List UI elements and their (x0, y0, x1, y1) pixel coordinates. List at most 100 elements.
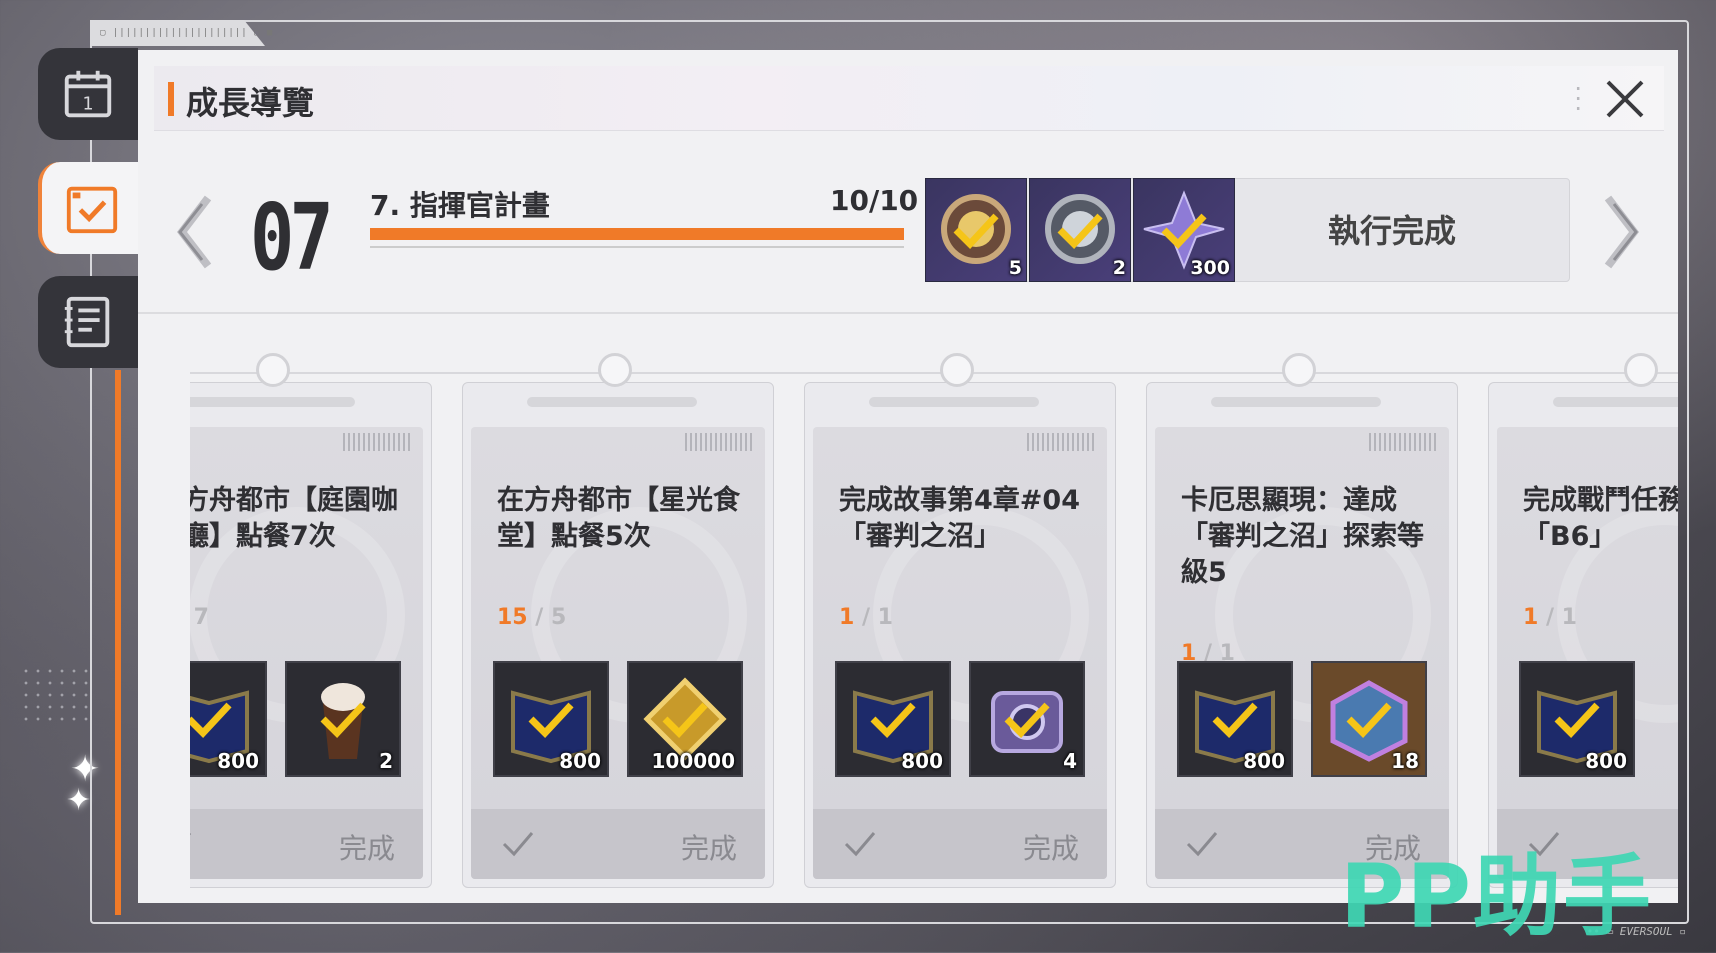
task-card-footer: 完成 (813, 809, 1107, 879)
watermark-text: PP助手 (1340, 845, 1653, 948)
reward-item[interactable]: 800 (493, 661, 609, 777)
card-clip-pin (256, 353, 290, 387)
goal-progress-fill (370, 228, 904, 240)
growth-guide-panel: 成長導覽 · · · 07 7. 指揮官計畫 10/10 5 2 300 執行完… (138, 50, 1678, 903)
goal-number: 07 (250, 184, 334, 291)
page-title: 成長導覽 (186, 84, 315, 122)
task-done-label: 完成 (1022, 832, 1079, 865)
reward-item[interactable]: 300 (1133, 178, 1235, 282)
task-title: 完成故事第4章#04「審判之沼」 (839, 485, 1080, 552)
task-card-body: 卡厄思顯現：達成「審判之沼」探索等級5 1 / 1 800 18 完成 (1155, 427, 1449, 879)
reward-item[interactable]: 5 (925, 178, 1027, 282)
card-clip-pin (1282, 353, 1316, 387)
reward-item[interactable]: 800 (835, 661, 951, 777)
task-card-footer: 完成 (471, 809, 765, 879)
reward-item[interactable]: 800 (1519, 661, 1635, 777)
barcode-decoration (1027, 433, 1097, 451)
reward-item[interactable]: 4 (969, 661, 1085, 777)
reward-count: 2 (1112, 257, 1126, 279)
card-clip-pin (598, 353, 632, 387)
check-icon (1057, 213, 1103, 250)
reward-item[interactable]: 2 (285, 661, 401, 777)
card-clip-bar (1211, 397, 1381, 407)
task-progress-total: / 1 (861, 605, 893, 630)
check-icon (1004, 702, 1050, 739)
reward-count: 100000 (651, 749, 736, 773)
task-card-body: 完成戰鬥任務第章「B6」 1 / 1 800 (1497, 427, 1678, 879)
check-icon (844, 832, 876, 857)
task-card[interactable]: 完成故事第4章#04「審判之沼」 1 / 1 800 4 完成 (804, 353, 1116, 888)
card-clip-bar (869, 397, 1039, 407)
reward-count: 2 (379, 749, 393, 773)
card-clip-bar (527, 397, 697, 407)
check-icon (502, 832, 534, 857)
task-card[interactable]: 卡厄思顯現：達成「審判之沼」探索等級5 1 / 1 800 18 完成 (1146, 353, 1458, 888)
task-rewards: 800 (1519, 661, 1635, 777)
task-done-label: 完成 (680, 832, 737, 865)
reward-count: 4 (1063, 749, 1077, 773)
calendar-icon: 1 (64, 70, 112, 118)
next-goal-button[interactable] (1596, 192, 1646, 272)
reward-count: 800 (901, 749, 943, 773)
close-button[interactable] (1602, 76, 1648, 122)
task-progress: 15 / 5 (497, 605, 566, 630)
kebab-icon: · · · (1574, 75, 1582, 123)
task-card-list[interactable]: 在方舟都市【庭園咖啡廳】點餐7次 3 / 7 800 2 (190, 320, 1678, 903)
check-icon (1554, 702, 1600, 739)
reward-item[interactable]: 2 (1029, 178, 1131, 282)
check-icon (1186, 832, 1218, 857)
goal-status-label: 執行完成 (1328, 212, 1457, 250)
checkbox-document-icon (66, 186, 118, 234)
reward-count: 800 (1243, 749, 1285, 773)
check-icon (1212, 702, 1258, 739)
task-card[interactable]: 完成戰鬥任務第章「B6」 1 / 1 800 (1488, 353, 1678, 888)
tab-growth-guide[interactable] (38, 162, 142, 254)
reward-item[interactable]: 800 (1177, 661, 1293, 777)
task-title: 在方舟都市【星光食堂】點餐5次 (497, 485, 740, 552)
header-accent-bar (168, 82, 174, 116)
notebook-icon (64, 296, 110, 348)
prev-goal-button[interactable] (170, 192, 220, 272)
reward-count: 800 (1585, 749, 1627, 773)
goal-progress-text: 10/10 (830, 184, 919, 217)
section-divider (138, 312, 1678, 314)
check-icon (953, 213, 999, 250)
task-card[interactable]: 在方舟都市【庭園咖啡廳】點餐7次 3 / 7 800 2 (190, 353, 432, 888)
task-card-body: 在方舟都市【庭園咖啡廳】點餐7次 3 / 7 800 2 (190, 427, 423, 879)
task-progress: 1 / 1 (839, 605, 893, 630)
tab-notes[interactable] (38, 276, 138, 368)
task-card-footer: 完成 (190, 809, 423, 879)
task-progress: 1 / 1 (1523, 605, 1577, 630)
task-done-label: 完成 (338, 832, 395, 865)
goal-progress-bar (370, 228, 904, 240)
card-clip-pin (1624, 353, 1658, 387)
goal-summary: 07 7. 指揮官計畫 10/10 5 2 300 執行完成 (138, 162, 1678, 308)
card-rail (190, 372, 1678, 374)
dot-pattern-decoration (20, 665, 90, 725)
reward-count: 800 (559, 749, 601, 773)
reward-count: 300 (1190, 257, 1230, 279)
reward-count: 18 (1391, 749, 1419, 773)
reward-count: 800 (217, 749, 259, 773)
reward-item[interactable]: 18 (1311, 661, 1427, 777)
check-icon (1161, 213, 1207, 250)
reward-item[interactable]: 800 (190, 661, 267, 777)
check-icon (870, 702, 916, 739)
task-progress: 3 / 7 (190, 605, 209, 630)
task-progress-total: / 1 (1545, 605, 1577, 630)
task-progress-total: / 5 (535, 605, 567, 630)
reward-count: 5 (1008, 257, 1022, 279)
check-icon (190, 702, 232, 739)
tab-calendar[interactable]: 1 (38, 48, 138, 140)
reward-item[interactable]: 100000 (627, 661, 743, 777)
card-clip-bar (1553, 397, 1678, 407)
task-rewards: 800 100000 (493, 661, 743, 777)
barcode-decoration (685, 433, 755, 451)
accent-rail (115, 370, 121, 915)
card-clip-bar (190, 397, 355, 407)
barcode-decoration (343, 433, 413, 451)
card-clip-pin (940, 353, 974, 387)
divider (370, 246, 904, 248)
check-icon (1346, 702, 1392, 739)
task-card[interactable]: 在方舟都市【星光食堂】點餐5次 15 / 5 800 100000 完成 (462, 353, 774, 888)
